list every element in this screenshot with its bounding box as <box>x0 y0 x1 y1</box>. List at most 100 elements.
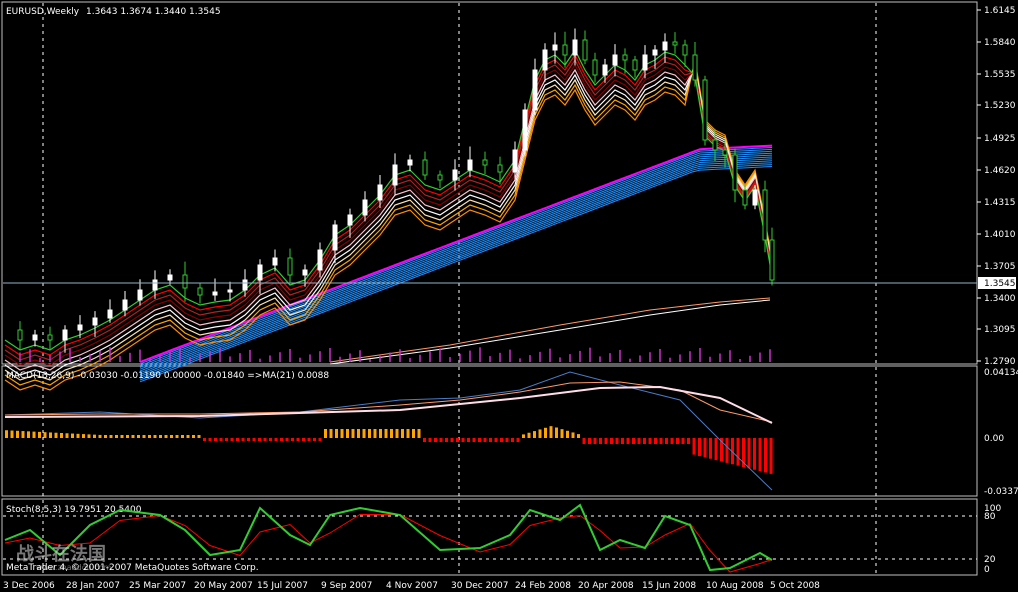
candle-body <box>552 44 558 51</box>
macd-bar <box>478 438 481 442</box>
price-axis-label: 1.4010 <box>984 230 1016 240</box>
slow-ma-line <box>139 164 773 381</box>
macd-bar <box>659 438 663 444</box>
macd-bar <box>43 432 47 438</box>
candle-body <box>652 49 658 56</box>
macd-bar <box>384 429 388 438</box>
macd-bar <box>291 438 294 441</box>
stoch-levels <box>3 515 977 560</box>
macd-bar <box>417 429 421 438</box>
macd-bar <box>769 438 773 474</box>
candle-body <box>712 139 718 151</box>
macd-bar <box>511 438 514 442</box>
macd-panel <box>1 365 978 497</box>
candle-body <box>197 287 203 296</box>
macd-bar <box>340 429 344 438</box>
trading-chart-window[interactable]: EURUSD,Weekly 1.3643 1.3674 1.3440 1.354… <box>0 0 1018 592</box>
time-axis-label: 20 May 2007 <box>194 581 253 591</box>
time-axis-label: 9 Sep 2007 <box>321 581 372 591</box>
stoch-axis-80: 80 <box>984 512 996 522</box>
price-axis-label: 1.3095 <box>984 325 1016 335</box>
macd-bar <box>670 438 674 444</box>
candle-body <box>227 289 233 293</box>
macd-bar <box>439 438 443 442</box>
candle-body <box>62 329 68 341</box>
macd-bar <box>16 430 19 438</box>
macd-bar <box>747 438 751 469</box>
candle-body <box>562 44 568 56</box>
price-axis-label: 1.3400 <box>984 294 1016 304</box>
price-axis-label: 1.5535 <box>984 70 1016 80</box>
macd-bar <box>621 438 624 444</box>
macd-bar <box>494 438 498 442</box>
macd-bar <box>219 438 223 441</box>
macd-bar <box>186 435 190 438</box>
macd-bar <box>445 438 448 442</box>
macd-bar <box>93 434 96 438</box>
macd-bar <box>450 438 454 442</box>
stochastic-lines <box>4 503 773 573</box>
macd-axis-top: 0.041341 <box>984 368 1018 378</box>
macd-bar <box>329 429 333 438</box>
vertical-grid <box>42 3 877 575</box>
fast-ma-line <box>4 53 773 356</box>
macd-bar <box>49 432 52 438</box>
macd-bar <box>65 433 69 438</box>
macd-bar <box>60 433 63 438</box>
candle-body <box>332 224 338 251</box>
macd-bar <box>285 438 289 441</box>
candle-body <box>642 54 648 71</box>
macd-bar <box>241 438 245 441</box>
candle-body <box>122 299 128 311</box>
candle-body <box>662 41 668 51</box>
candle-body <box>32 334 38 341</box>
candle-body <box>167 274 173 281</box>
candle-body <box>542 49 548 71</box>
macd-bar <box>428 438 432 442</box>
macd-bar <box>197 435 201 438</box>
candle-body <box>212 291 218 296</box>
candle-body <box>762 189 768 241</box>
fast-ma-line <box>4 48 773 351</box>
ohlc-readout: 1.3643 1.3674 1.3440 1.3545 <box>86 7 221 17</box>
watermark-logo: 战斗在法国 <box>16 543 106 565</box>
macd-bar <box>159 435 162 438</box>
macd-bar <box>395 429 399 438</box>
macd-bar <box>555 427 558 438</box>
candle-body <box>407 159 413 166</box>
copyright-notice: MetaTrader 4, © 2001-2007 MetaQuotes Sof… <box>6 563 259 573</box>
candle-body <box>287 257 293 276</box>
price-axis-label: 1.2790 <box>984 357 1016 367</box>
macd-bar <box>456 438 459 442</box>
macd-bar <box>566 430 569 438</box>
macd-ma-line <box>4 385 773 424</box>
macd-bar <box>505 438 509 442</box>
candle-body <box>769 239 775 281</box>
price-axis-label: 1.5840 <box>984 38 1016 48</box>
candle-body <box>137 289 143 301</box>
macd-bar <box>153 435 157 438</box>
price-axis-label: 1.6145 <box>984 6 1016 16</box>
candle-body <box>17 329 23 341</box>
macd-bar <box>236 438 239 441</box>
macd-bar <box>131 435 135 438</box>
candle-body <box>592 59 598 76</box>
macd-histogram <box>5 426 773 474</box>
macd-bar <box>120 435 124 438</box>
time-axis-label: 4 Nov 2007 <box>386 581 438 591</box>
macd-bar <box>483 438 487 442</box>
candle-body <box>422 159 428 176</box>
candle-body <box>742 189 748 206</box>
macd-bar <box>549 426 553 438</box>
macd-bar <box>527 432 531 438</box>
candle-body <box>302 269 308 276</box>
macd-bar <box>467 438 470 442</box>
candle-body <box>732 154 738 191</box>
price-axis-label: 1.4620 <box>984 166 1016 176</box>
time-axis-label: 30 Dec 2007 <box>451 581 509 591</box>
macd-header: MACD(13,26,9) -0.03030 -0.01190 0.00000 … <box>6 371 329 381</box>
candle-body <box>612 54 618 66</box>
macd-bar <box>126 435 129 438</box>
macd-bar <box>637 438 641 444</box>
macd-bar <box>208 438 212 441</box>
